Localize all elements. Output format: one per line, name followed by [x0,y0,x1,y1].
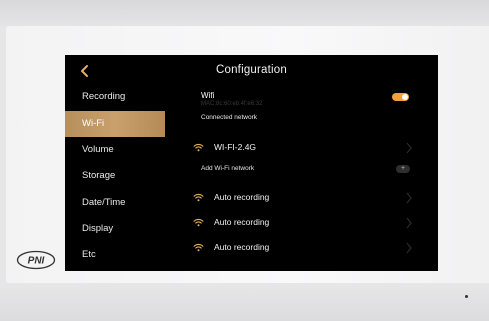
sidebar-item-etc[interactable]: Etc [65,242,165,268]
sidebar-item-label: Etc [82,249,96,260]
page-title: Configuration [215,64,287,76]
sidebar-item-label: Date/Time [82,197,126,208]
wifi-icon [193,218,204,227]
chevron-right-icon [406,217,412,229]
network-row[interactable]: Auto recording [193,239,415,257]
chevron-right-icon [406,242,412,254]
svg-text:PNI: PNI [28,256,45,267]
sidebar-item-label: Display [82,223,114,234]
add-network-button[interactable]: + [396,165,410,173]
wifi-icon [193,193,204,202]
device-bottom-frame [0,283,489,321]
toggle-knob [402,94,408,100]
mac-address: MAC:8c:60:eb:4f:e6:32 [201,101,263,107]
wifi-icon [193,243,204,252]
network-name: Auto recording [214,192,270,202]
sidebar-item-recording[interactable]: Recording [65,84,165,110]
sidebar-item-wifi[interactable]: Wi-Fi [65,111,165,137]
network-row[interactable]: Auto recording [193,189,415,207]
sidebar-item-datetime[interactable]: Date/Time [65,190,165,216]
connected-network-label: Connected network [201,114,258,121]
network-name: Auto recording [214,242,270,252]
add-network-label: Add Wi-Fi network [201,165,255,172]
pni-logo: PNI [16,250,56,270]
sidebar-item-label: Wi-Fi [82,118,105,129]
sidebar-item-label: Recording [82,91,126,102]
sidebar-item-label: Storage [82,170,116,181]
chevron-right-icon [406,192,412,204]
device-top-frame [0,0,489,26]
sidebar-item-volume[interactable]: Volume [65,137,165,163]
sidebar-item-label: Volume [82,144,114,155]
network-row[interactable]: Auto recording [193,214,415,232]
network-name: Auto recording [214,217,270,227]
sidebar-item-display[interactable]: Display [65,216,165,242]
wifi-icon [193,143,204,152]
sidebar-item-storage[interactable]: Storage [65,163,165,189]
wifi-heading: Wifi [201,91,215,100]
power-indicator [465,295,468,298]
connected-network-row[interactable]: WI-FI-2.4G [193,139,415,157]
chevron-right-icon [406,142,412,154]
wifi-toggle[interactable] [392,93,409,101]
touch-screen: Configuration Recording Wi-Fi Volume Sto… [65,55,438,271]
network-name: WI-FI-2.4G [214,142,257,152]
